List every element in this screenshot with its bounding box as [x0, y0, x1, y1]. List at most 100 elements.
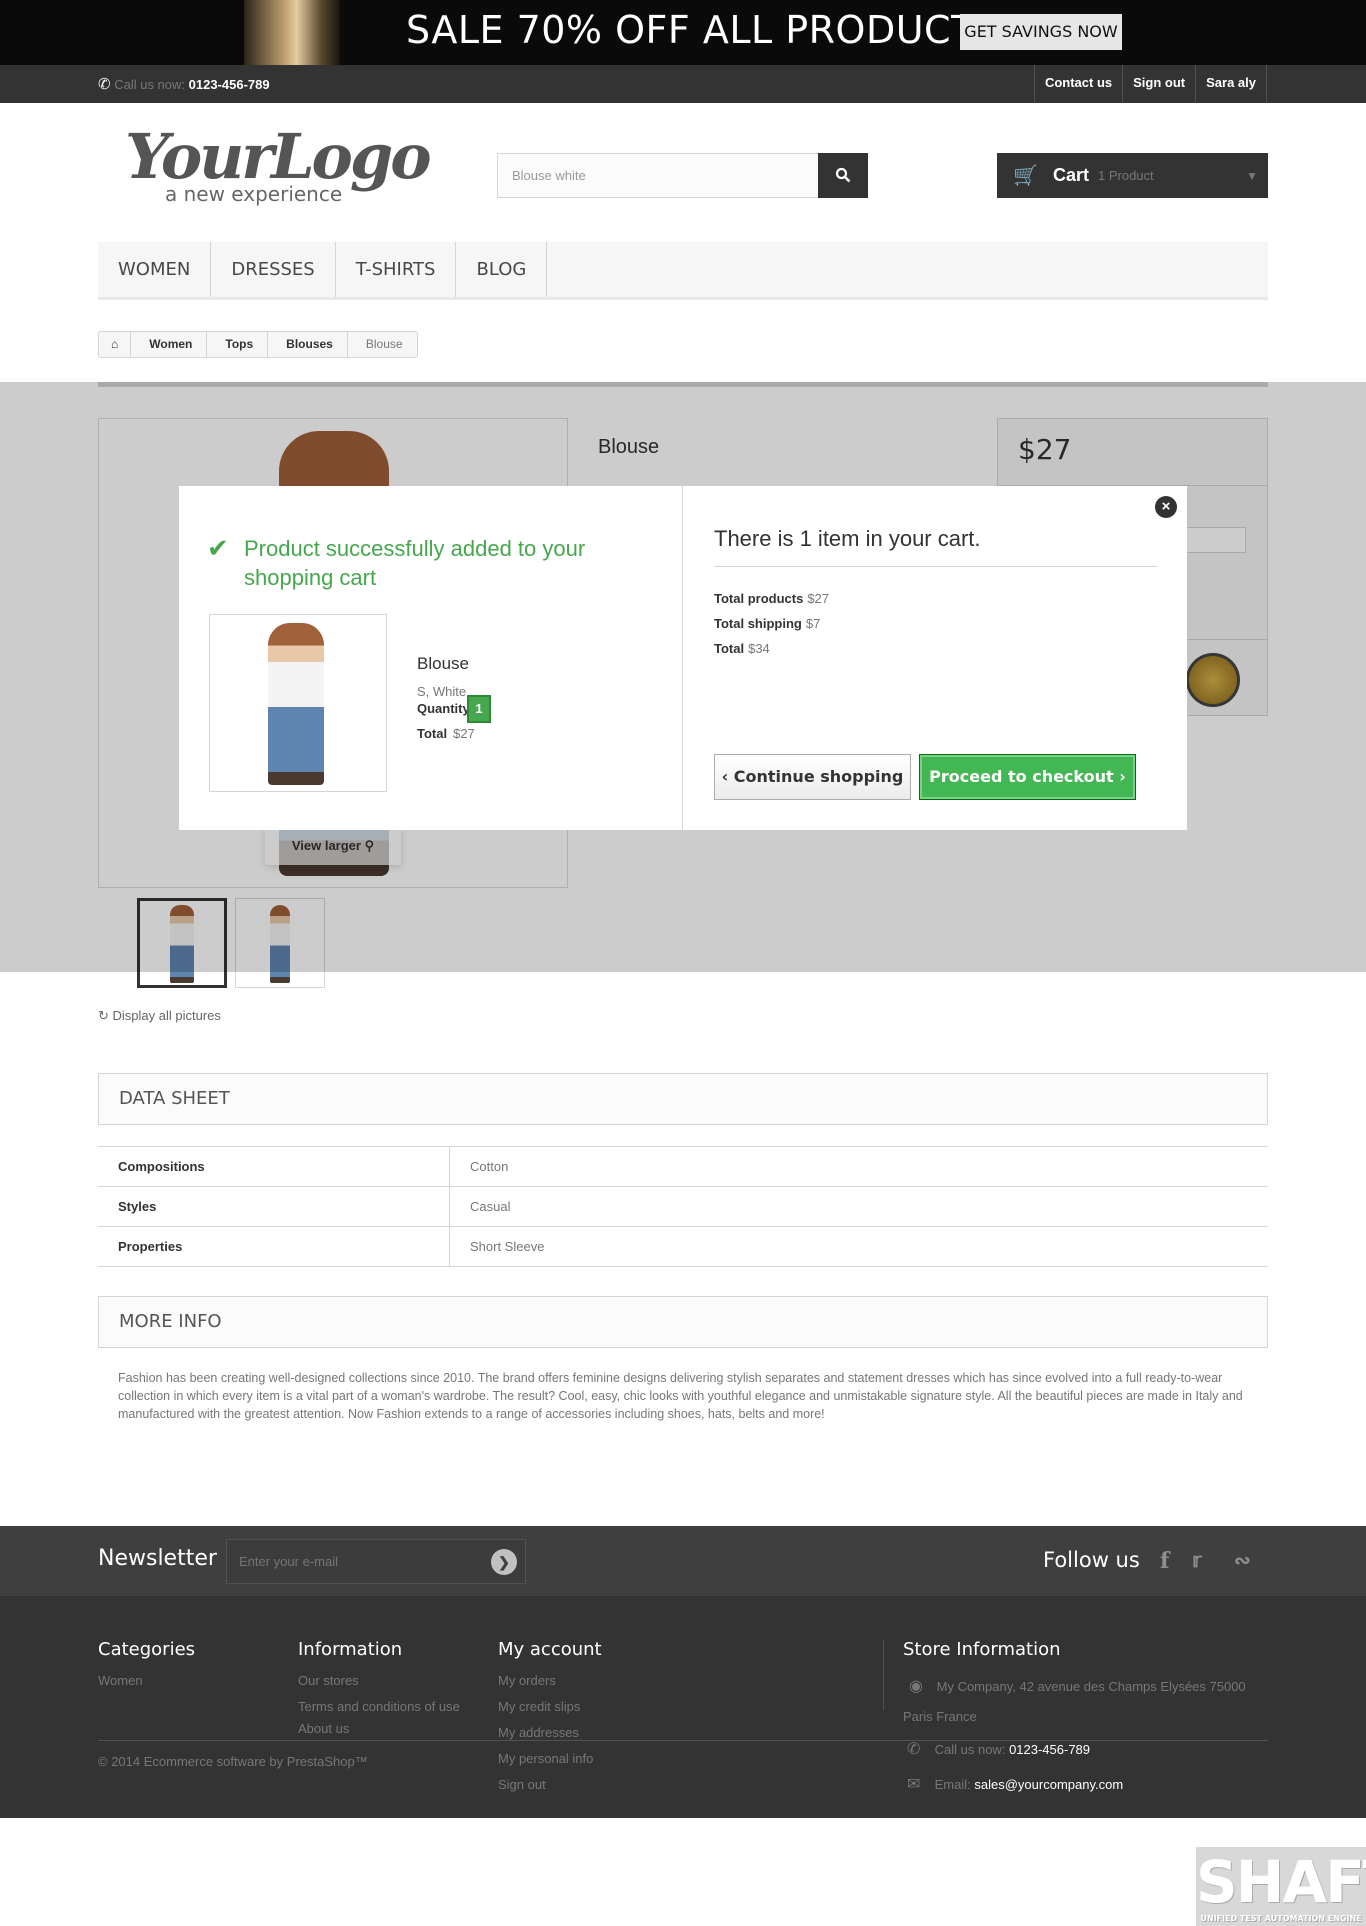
cart-count: 1 Product: [1098, 168, 1154, 183]
shop-phone: ✆ Call us now: 0123-456-789: [98, 75, 270, 93]
menu-item-women[interactable]: WOMEN: [98, 242, 212, 297]
table-value: Cotton: [470, 1159, 509, 1174]
phone-number: 0123-456-789: [188, 77, 270, 92]
footer-link[interactable]: My orders: [498, 1672, 602, 1689]
cart-item-count: There is 1 item in your cart.: [714, 526, 981, 551]
site-logo[interactable]: YourLogo a new experience: [125, 120, 432, 210]
facebook-icon[interactable]: f: [1160, 1548, 1169, 1574]
store-address-text: My Company, 42 avenue des Champs Elysées…: [903, 1679, 1246, 1724]
banner-model-image: [244, 0, 340, 65]
menu-item-dresses[interactable]: DRESSES: [211, 242, 336, 297]
table-key: Properties: [98, 1227, 450, 1266]
more-info-text: Fashion has been creating well-designed …: [118, 1371, 1243, 1421]
footer-link[interactable]: Our stores: [298, 1672, 468, 1689]
promo-banner[interactable]: SALE 70% OFF ALL PRODUCTS GET SAVINGS NO…: [0, 0, 1366, 65]
total-products-label: Total products: [714, 591, 804, 606]
modal-product-total: Total $27: [417, 726, 475, 741]
banner-title: SALE 70% OFF ALL PRODUCTS: [406, 8, 1000, 52]
chevron-left-icon: ‹: [721, 767, 729, 786]
footer-link[interactable]: My addresses: [498, 1724, 602, 1741]
menu-item-blog[interactable]: BLOG: [456, 242, 548, 297]
search-box: [497, 153, 868, 198]
table-key: Compositions: [98, 1147, 450, 1186]
data-sheet-table: Compositions Cotton Styles Casual Properti…: [98, 1146, 1268, 1267]
top-bar: ✆ Call us now: 0123-456-789 Contact us S…: [0, 65, 1366, 103]
modal-product-name: Blouse: [417, 654, 469, 673]
store-email-label: Email:: [934, 1777, 971, 1792]
total-row: Total $34: [714, 641, 770, 656]
twitter-icon[interactable]: 𝕣: [1192, 1548, 1202, 1573]
footer-my-account: My account My orders My credit slips My …: [498, 1639, 602, 1802]
footer-link[interactable]: Terms and conditions of use: [298, 1698, 468, 1715]
footer-link[interactable]: My credit slips: [498, 1698, 602, 1715]
newsletter-submit-button[interactable]: ❯: [491, 1549, 517, 1575]
footer-link[interactable]: Women: [98, 1672, 195, 1689]
modal-product-panel: ✔ Product successfully added to your sho…: [179, 486, 683, 830]
modal-quantity-label: Quantity: [417, 701, 470, 716]
store-phone-label: Call us now:: [934, 1742, 1006, 1757]
account-link[interactable]: Sara aly: [1195, 65, 1267, 103]
search-icon: [835, 167, 851, 183]
sign-out-link[interactable]: Sign out: [1122, 65, 1195, 103]
total-label: Total: [714, 641, 745, 656]
proceed-to-checkout-label: Proceed to checkout: [929, 767, 1114, 786]
table-key: Styles: [98, 1187, 450, 1226]
modal-cart-panel: × There is 1 item in your cart. Total pr…: [684, 486, 1187, 830]
search-input[interactable]: [498, 154, 818, 197]
total-shipping-value: $7: [805, 616, 821, 631]
footer-link[interactable]: Sign out: [498, 1776, 602, 1793]
continue-shopping-button[interactable]: ‹ Continue shopping: [714, 754, 911, 800]
table-row: Compositions Cotton: [98, 1147, 1268, 1187]
data-sheet-heading: DATA SHEET: [98, 1073, 1268, 1125]
breadcrumb-tops[interactable]: Tops: [206, 332, 267, 357]
main-menu: WOMEN DRESSES T-SHIRTS BLOG: [98, 242, 1268, 300]
search-button[interactable]: [818, 153, 868, 198]
footer-store-title: Store Information: [903, 1639, 1061, 1660]
divider: [883, 1640, 884, 1710]
footer: Categories Women Information Our stores …: [0, 1596, 1366, 1818]
modal-total-value: $27: [453, 726, 475, 741]
store-phone: ✆ Call us now: 0123-456-789: [903, 1741, 1263, 1758]
store-address: ◉ My Company, 42 avenue des Champs Elysé…: [903, 1672, 1263, 1732]
breadcrumb-women[interactable]: Women: [130, 332, 206, 357]
continue-shopping-label: Continue shopping: [733, 767, 904, 786]
total-products-value: $27: [807, 591, 830, 606]
footer-store-information: Store Information ◉ My Company, 42 avenu…: [903, 1639, 1263, 1802]
contact-us-link[interactable]: Contact us: [1033, 65, 1122, 103]
home-icon[interactable]: ⌂: [99, 332, 130, 357]
newsletter-email-input[interactable]: [227, 1540, 467, 1583]
more-info-heading: MORE INFO: [98, 1296, 1268, 1348]
header-links: Contact us Sign out Sara aly: [1033, 65, 1267, 103]
footer-link[interactable]: My personal info: [498, 1750, 602, 1767]
chevron-down-icon: ▼: [1246, 169, 1258, 183]
phone-icon: ✆: [907, 1741, 921, 1758]
store-email: ✉ Email: sales@yourcompany.com: [903, 1776, 1263, 1793]
rss-icon[interactable]: ∾: [1234, 1548, 1251, 1573]
cart-block[interactable]: 🛒 Cart 1 Product ▼: [997, 153, 1268, 198]
breadcrumb-blouses[interactable]: Blouses: [267, 332, 347, 357]
store-email-address[interactable]: sales@yourcompany.com: [974, 1777, 1123, 1792]
newsletter-bar: Newsletter ❯ Follow us f 𝕣 ∾: [0, 1526, 1366, 1596]
table-value: Casual: [470, 1199, 511, 1214]
store-phone-number: 0123-456-789: [1009, 1742, 1091, 1757]
display-all-pictures-link[interactable]: ↻ Display all pictures: [98, 1008, 221, 1024]
shaft-watermark-logo: SHAFT UNIFIED TEST AUTOMATION ENGINE: [1196, 1847, 1366, 1926]
logo-subtitle: a new experience: [165, 182, 343, 206]
total-products-row: Total products $27: [714, 591, 829, 606]
divider: [714, 566, 1157, 567]
proceed-to-checkout-button[interactable]: Proceed to checkout ›: [919, 754, 1136, 800]
close-icon[interactable]: ×: [1155, 496, 1177, 518]
footer-information: Information Our stores Terms and conditi…: [298, 1639, 468, 1746]
newsletter-form: ❯: [226, 1539, 526, 1584]
footer-link[interactable]: About us: [298, 1720, 468, 1737]
total-shipping-row: Total shipping $7: [714, 616, 820, 631]
copyright[interactable]: © 2014 Ecommerce software by PrestaShop™: [98, 1754, 368, 1769]
success-message: ✔ Product successfully added to your sho…: [207, 534, 629, 592]
footer-categories-title: Categories: [98, 1639, 196, 1660]
cart-label: Cart: [1053, 165, 1090, 185]
refresh-icon: ↻: [98, 1008, 109, 1023]
get-savings-button[interactable]: GET SAVINGS NOW: [960, 14, 1122, 50]
modal-product-attributes: S, White: [417, 684, 467, 699]
menu-item-t-shirts[interactable]: T-SHIRTS: [336, 242, 457, 297]
total-shipping-label: Total shipping: [714, 616, 802, 631]
